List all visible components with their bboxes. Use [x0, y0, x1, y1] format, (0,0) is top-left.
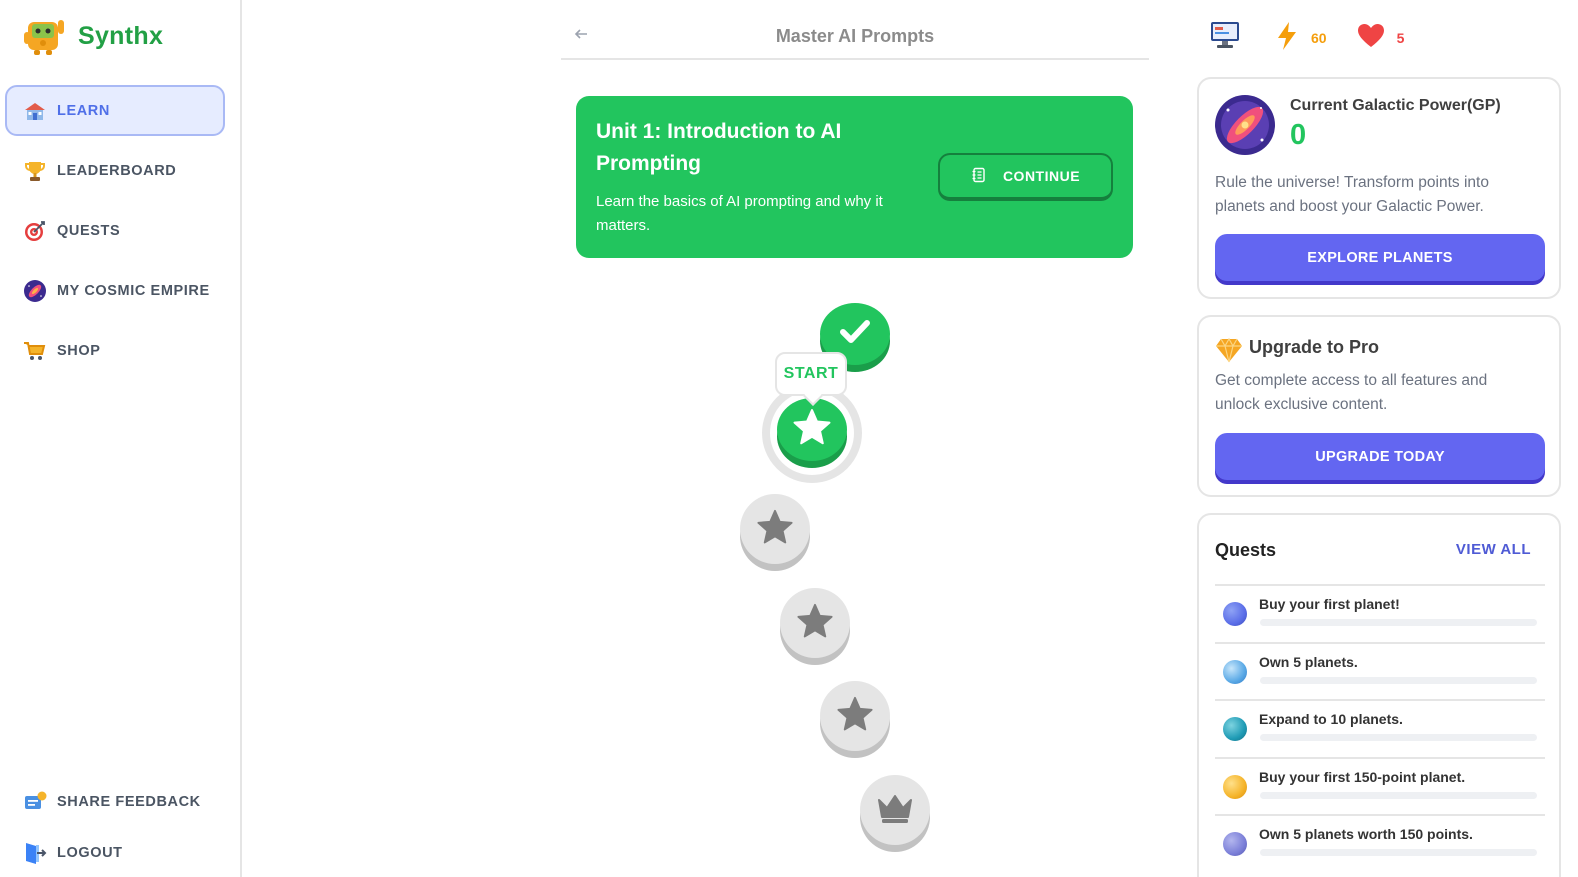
lesson-node-locked-final[interactable] [860, 775, 930, 845]
course-header: Master AI Prompts [561, 18, 1149, 60]
quest-text: Buy your first 150-point planet. [1259, 768, 1466, 785]
upgrade-today-button[interactable]: UPGRADE TODAY [1215, 433, 1545, 480]
planet-icon [1223, 602, 1247, 626]
star-icon [756, 508, 794, 551]
galactic-power-value: 0 [1290, 119, 1307, 151]
planet-icon [1223, 774, 1247, 799]
quest-item[interactable]: Expand to 10 planets. [1215, 699, 1545, 757]
logout-icon [23, 841, 47, 865]
lesson-node-locked[interactable] [740, 494, 810, 564]
sidebar-item-quests[interactable]: QUESTS [5, 205, 225, 256]
lightning-icon [1275, 21, 1299, 54]
hearts-count: 5 [1396, 29, 1405, 46]
planet-icon [1223, 832, 1247, 856]
sidebar-item-shop[interactable]: SHOP [5, 325, 225, 376]
heart-icon [1357, 23, 1385, 52]
hearts-stat[interactable]: 5 [1357, 23, 1405, 52]
sidebar-logout-nav: LOGOUT [5, 827, 225, 877]
galactic-power-card: Current Galactic Power(GP) 0 Rule the un… [1197, 77, 1561, 299]
star-icon [796, 602, 834, 645]
cart-icon [23, 339, 47, 363]
sidebar-item-leaderboard[interactable]: LEADERBOARD [5, 145, 225, 196]
upgrade-description: Get complete access to all features and … [1215, 372, 1488, 413]
logout-link[interactable]: LOGOUT [5, 827, 225, 877]
sidebar: Synthx LEARN LEADERBOARD QUESTS MY COSMI… [0, 0, 242, 877]
unit-title: Unit 1: Introduction to AI Prompting [596, 120, 842, 175]
school-icon [23, 99, 47, 123]
galactic-power-label: Current Galactic Power(GP) [1290, 97, 1501, 114]
galactic-power-description: Rule the universe! Transform points into… [1215, 174, 1489, 215]
quest-progress-bar [1260, 791, 1537, 799]
target-icon [23, 219, 47, 243]
upgrade-title: Upgrade to Pro [1249, 337, 1380, 357]
sidebar-nav: LEARN LEADERBOARD QUESTS MY COSMIC EMPIR… [5, 85, 225, 385]
unit-description: Learn the basics of AI prompting and why… [596, 193, 883, 234]
app-logo[interactable]: Synthx [22, 16, 163, 56]
sidebar-item-label: MY COSMIC EMPIRE [57, 282, 210, 299]
diamond-icon [1215, 337, 1243, 368]
quest-item[interactable]: Own 5 planets. [1215, 641, 1545, 700]
sidebar-item-label: LEADERBOARD [57, 162, 177, 179]
energy-count: 60 [1311, 29, 1327, 46]
sidebar-item-label: QUESTS [57, 222, 121, 239]
sidebar-item-label: SHARE FEEDBACK [57, 793, 201, 810]
view-all-link[interactable]: VIEW ALL [1456, 541, 1531, 558]
share-feedback-link[interactable]: SHARE FEEDBACK [5, 776, 225, 827]
feedback-icon [23, 790, 47, 814]
sidebar-item-my-cosmic-empire[interactable]: MY COSMIC EMPIRE [5, 265, 225, 316]
quest-progress-bar [1260, 734, 1537, 741]
quest-list: Buy your first planet! Own 5 planets. Ex… [1215, 584, 1545, 872]
star-icon [792, 407, 832, 452]
app-name: Synthx [78, 21, 164, 50]
sidebar-item-label: LEARN [57, 102, 110, 119]
galaxy-icon [1214, 94, 1276, 161]
explore-planets-button[interactable]: EXPLORE PLANETS [1215, 234, 1545, 281]
sidebar-item-label: LOGOUT [57, 844, 123, 861]
lesson-node-locked[interactable] [780, 588, 850, 658]
quest-progress-bar [1260, 849, 1537, 856]
lesson-node-locked[interactable] [820, 681, 890, 751]
sidebar-item-learn[interactable]: LEARN [5, 85, 225, 136]
notebook-icon [971, 167, 987, 186]
star-icon [836, 695, 874, 738]
quest-text: Expand to 10 planets. [1259, 711, 1403, 727]
sidebar-item-label: SHOP [57, 342, 101, 359]
quests-card: Quests VIEW ALL Buy your first planet! O… [1197, 513, 1561, 877]
start-tooltip: START [775, 352, 847, 396]
planet-icon [1223, 717, 1247, 741]
crown-icon [875, 790, 915, 831]
trophy-icon [23, 159, 47, 183]
stats-bar: 60 5 [1209, 20, 1404, 55]
quest-progress-bar [1260, 619, 1537, 626]
check-icon [836, 313, 874, 356]
quests-title: Quests [1215, 540, 1277, 560]
quest-text: Own 5 planets. [1259, 653, 1358, 670]
galaxy-icon [23, 279, 47, 303]
unit-banner: Unit 1: Introduction to AI Prompting Lea… [576, 96, 1133, 258]
sidebar-bottom-nav: SHARE FEEDBACK [5, 776, 225, 827]
continue-button[interactable]: CONTINUE [938, 153, 1113, 201]
continue-button-label: CONTINUE [1002, 168, 1081, 184]
quest-text: Own 5 planets worth 150 points. [1259, 826, 1473, 842]
planet-icon [1223, 659, 1247, 684]
quest-progress-bar [1260, 676, 1537, 684]
page-title: Master AI Prompts [775, 26, 935, 46]
quest-text: Buy your first planet! [1259, 596, 1400, 612]
upgrade-pro-card: Upgrade to Pro Get complete access to al… [1197, 315, 1561, 497]
mascot-logo-icon [24, 20, 64, 55]
quest-item[interactable]: Buy your first 150-point planet. [1215, 756, 1545, 815]
course-flag-icon[interactable] [1209, 20, 1241, 55]
lesson-node-current[interactable] [777, 398, 847, 461]
energy-stat[interactable]: 60 [1275, 21, 1327, 54]
quest-item[interactable]: Own 5 planets worth 150 points. [1215, 814, 1545, 872]
quest-item[interactable]: Buy your first planet! [1215, 584, 1545, 642]
